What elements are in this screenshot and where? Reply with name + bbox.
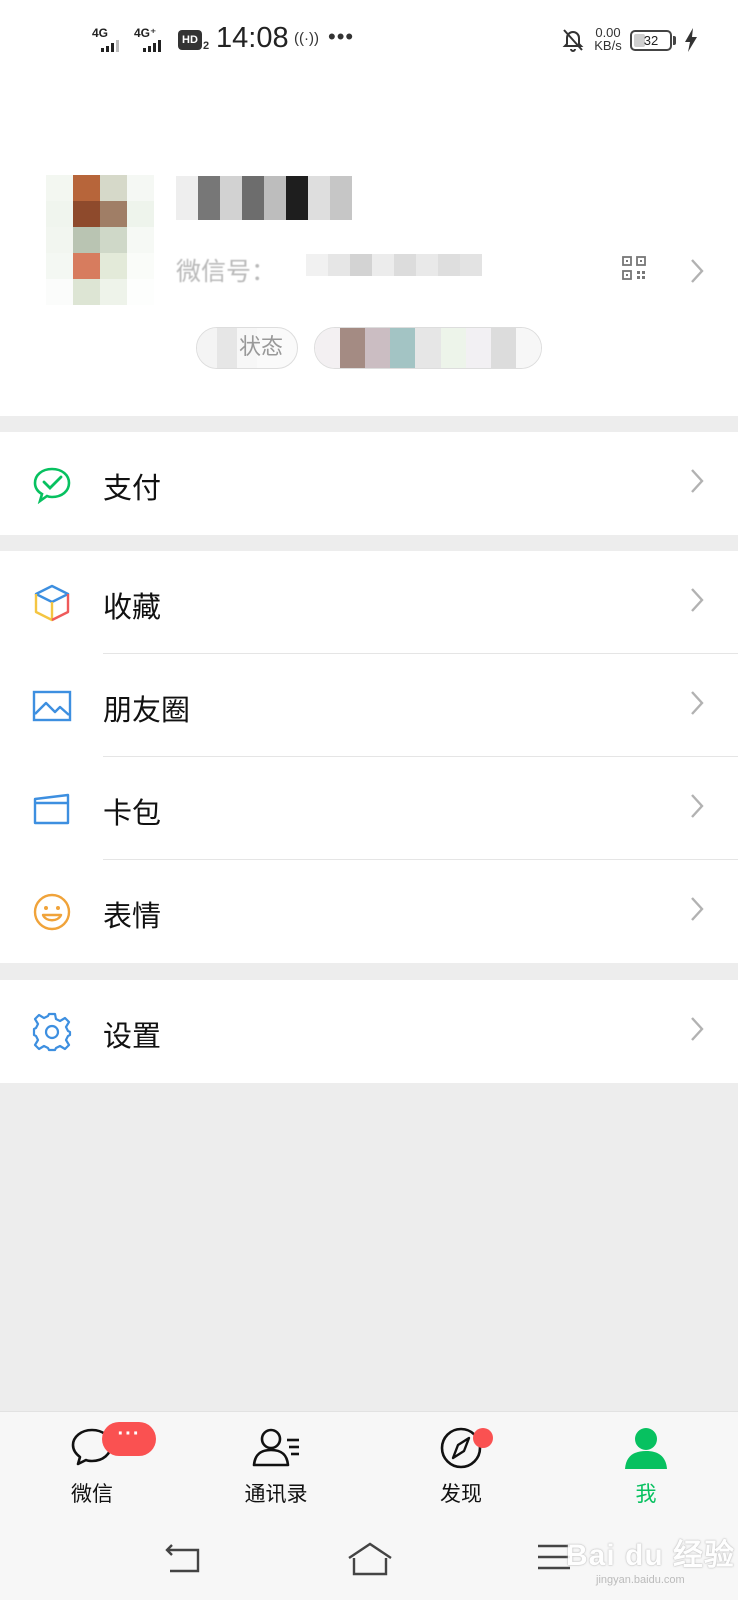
tab-label-contacts: 通讯录 — [244, 1483, 308, 1506]
menu-group-main: 收藏 朋友圈 卡包 表情 — [0, 551, 738, 963]
bell-muted-icon — [562, 29, 584, 52]
status-label: 状态 — [238, 334, 283, 359]
clock: 14:08 — [216, 22, 289, 54]
smiley-icon — [33, 893, 71, 931]
bottom-tab-bar: 微信 ··· 通讯录 发现 我 — [0, 1411, 738, 1521]
wechat-id-label: 微信号： — [176, 258, 277, 286]
menu-item-cards[interactable]: 卡包 — [0, 757, 738, 860]
status-bar: 4G 4G⁺ HD 2 14:08 ((·)) ••• 0.00 KB/s 32 — [0, 0, 738, 80]
menu-group-settings: 设置 — [0, 980, 738, 1083]
chevron-right-icon — [691, 1017, 704, 1041]
menu-label-settings: 设置 — [103, 1021, 162, 1053]
menu-label-favorites: 收藏 — [103, 592, 162, 624]
charging-bolt-icon — [685, 28, 697, 52]
tab-label-discover: 发现 — [440, 1483, 482, 1506]
tab-label-me: 我 — [635, 1483, 657, 1506]
card-wallet-icon — [33, 793, 70, 825]
menu-group-pay: 支付 — [0, 432, 738, 535]
wechat-pay-icon — [33, 467, 71, 504]
hotspot-icon: ((·)) — [294, 30, 319, 47]
baidu-watermark: Bai du 经验 — [566, 1539, 736, 1572]
menu-item-stickers[interactable]: 表情 — [0, 860, 738, 963]
contacts-icon — [252, 1428, 299, 1467]
status-button[interactable]: 状态 — [196, 327, 298, 369]
chevron-right-icon — [691, 897, 704, 921]
gear-icon — [32, 1012, 72, 1052]
chevron-right-icon — [691, 794, 704, 818]
wechat-id-redacted — [306, 254, 482, 276]
tab-label-chats: 微信 — [71, 1483, 113, 1506]
chevron-right-icon — [691, 469, 704, 493]
battery-icon: 32 — [630, 30, 672, 51]
chevron-right-icon — [691, 691, 704, 715]
cube-icon — [34, 584, 70, 622]
menu-item-favorites[interactable]: 收藏 — [0, 551, 738, 654]
chevron-right-icon — [691, 588, 704, 612]
menu-item-moments[interactable]: 朋友圈 — [0, 654, 738, 757]
menu-item-pay[interactable]: 支付 — [0, 432, 738, 535]
battery-level: 32 — [643, 33, 659, 48]
chevron-right-icon — [691, 259, 704, 283]
home-nav-icon[interactable] — [346, 1541, 394, 1577]
more-notifications-icon: ••• — [328, 24, 355, 49]
nickname-redacted — [176, 176, 352, 220]
back-nav-icon[interactable] — [164, 1541, 204, 1575]
qr-code-icon[interactable] — [622, 256, 646, 280]
menu-label-stickers: 表情 — [103, 901, 162, 933]
baidu-watermark-url: jingyan.baidu.com — [596, 1574, 685, 1586]
network-speed: 0.00 KB/s — [590, 26, 626, 52]
menu-label-pay: 支付 — [103, 473, 162, 505]
profile-header[interactable]: 微信号： 状态 — [0, 80, 738, 416]
tab-me[interactable]: 我 — [576, 1412, 716, 1522]
menu-label-cards: 卡包 — [103, 798, 162, 830]
menu-item-settings[interactable]: 设置 — [0, 980, 738, 1083]
hd-voice-sim: 2 — [203, 40, 210, 52]
unread-badge: ··· — [102, 1422, 156, 1456]
hd-voice-icon: HD — [178, 30, 202, 50]
signal-bars-2-icon — [143, 40, 161, 52]
menu-label-moments: 朋友圈 — [103, 695, 191, 727]
person-icon — [625, 1428, 667, 1469]
friends-status-redacted[interactable] — [314, 327, 542, 369]
avatar[interactable] — [46, 175, 154, 305]
picture-icon — [32, 690, 72, 722]
network-type-2: 4G⁺ — [134, 26, 157, 40]
battery-cap — [673, 36, 676, 45]
network-type-1: 4G — [92, 26, 109, 40]
signal-bars-1-icon — [101, 40, 119, 52]
tab-contacts[interactable]: 通讯录 — [206, 1412, 346, 1522]
discover-dot-badge — [473, 1428, 493, 1448]
network-speed-unit: KB/s — [594, 38, 622, 53]
tab-discover[interactable]: 发现 — [391, 1412, 531, 1522]
